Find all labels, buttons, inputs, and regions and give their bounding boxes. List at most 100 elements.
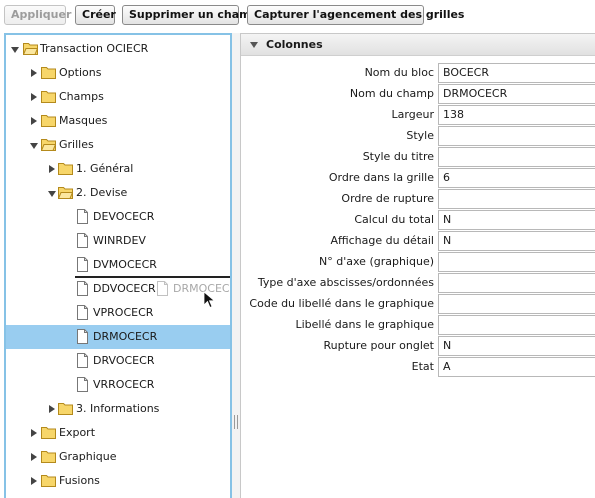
splitter-grip-icon[interactable] xyxy=(234,415,238,429)
tree-leaf-dvmocecr[interactable]: DVMOCECR xyxy=(6,253,230,277)
nom-du-champ-field[interactable]: DRMOCECR xyxy=(438,84,595,104)
expand-arrow-icon[interactable] xyxy=(30,143,38,149)
tree-node-fusions[interactable]: Fusions xyxy=(6,469,230,493)
prop-label: N° d'axe (graphique) xyxy=(319,255,434,268)
collapse-arrow-icon[interactable] xyxy=(31,93,37,101)
document-icon xyxy=(77,329,88,344)
rupture-pour-onglet-field[interactable]: N xyxy=(438,336,595,356)
mouse-cursor-icon xyxy=(203,291,216,309)
nom-du-bloc-field[interactable]: BOCECR xyxy=(438,63,595,83)
tree-leaf-vrrocecr[interactable]: VRROCECR xyxy=(6,373,230,397)
style-field[interactable] xyxy=(438,126,595,146)
expand-arrow-icon[interactable] xyxy=(250,42,258,48)
folder-icon xyxy=(58,403,73,415)
collapse-arrow-icon[interactable] xyxy=(31,117,37,125)
document-icon xyxy=(77,209,88,224)
numero-axe-field[interactable] xyxy=(438,252,595,272)
prop-row-largeur: Largeur 138 xyxy=(241,105,595,126)
tree-leaf-devocecr[interactable]: DEVOCECR xyxy=(6,205,230,229)
tree-label: DRMOCECR xyxy=(93,330,158,343)
etat-field[interactable]: A xyxy=(438,357,595,377)
prop-label: Rupture pour onglet xyxy=(323,339,434,352)
tree-label: Fusions xyxy=(59,474,100,487)
type-axe-field[interactable] xyxy=(438,273,595,293)
style-du-titre-field[interactable] xyxy=(438,147,595,167)
tree-node-masques[interactable]: Masques xyxy=(6,109,230,133)
tree-node-graphique[interactable]: Graphique xyxy=(6,445,230,469)
tree-node-informations[interactable]: 3. Informations xyxy=(6,397,230,421)
prop-label: Style xyxy=(406,129,434,142)
libelle-graphique-field[interactable] xyxy=(438,315,595,335)
tree-node-options[interactable]: Options xyxy=(6,61,230,85)
collapse-arrow-icon[interactable] xyxy=(31,453,37,461)
tree-node-champs[interactable]: Champs xyxy=(6,85,230,109)
tree-label: Grilles xyxy=(59,138,94,151)
prop-row-style-du-titre: Style du titre xyxy=(241,147,595,168)
affichage-du-detail-field[interactable]: N xyxy=(438,231,595,251)
expand-arrow-icon[interactable] xyxy=(48,191,56,197)
collapse-arrow-icon[interactable] xyxy=(31,69,37,77)
code-libelle-graphique-field[interactable] xyxy=(438,294,595,314)
tree-label: 1. Général xyxy=(76,162,134,175)
folder-icon xyxy=(58,163,73,175)
prop-row-rupture-pour-onglet: Rupture pour onglet N xyxy=(241,336,595,357)
prop-row-affichage-du-detail: Affichage du détail N xyxy=(241,231,595,252)
largeur-field[interactable]: 138 xyxy=(438,105,595,125)
prop-row-nom-du-bloc: Nom du bloc BOCECR xyxy=(241,63,595,84)
prop-row-numero-axe: N° d'axe (graphique) xyxy=(241,252,595,273)
tree-leaf-drvocecr[interactable]: DRVOCECR xyxy=(6,349,230,373)
prop-row-calcul-du-total: Calcul du total N xyxy=(241,210,595,231)
tree-label: 3. Informations xyxy=(76,402,160,415)
prop-row-ordre-dans-la-grille: Ordre dans la grille 6 xyxy=(241,168,595,189)
tree-leaf-vprocecr[interactable]: VPROCECR xyxy=(6,301,230,325)
tree-node-export[interactable]: Export xyxy=(6,421,230,445)
calcul-du-total-field[interactable]: N xyxy=(438,210,595,230)
collapse-arrow-icon[interactable] xyxy=(49,405,55,413)
section-header-colonnes[interactable]: Colonnes xyxy=(241,34,595,56)
collapse-arrow-icon[interactable] xyxy=(31,429,37,437)
panel-splitter[interactable] xyxy=(232,33,240,498)
document-icon xyxy=(77,281,88,296)
prop-label: Ordre de rupture xyxy=(341,192,434,205)
tree-label: VPROCECR xyxy=(93,306,154,319)
capture-layout-button[interactable]: Capturer l'agencement des grilles xyxy=(247,5,464,25)
folder-open-icon xyxy=(58,187,73,199)
prop-row-etat: Etat A xyxy=(241,357,595,378)
prop-label: Type d'axe abscisses/ordonnées xyxy=(257,276,434,289)
tree-label: Champs xyxy=(59,90,104,103)
expand-arrow-icon[interactable] xyxy=(11,47,19,53)
tree-label: DEVOCECR xyxy=(93,210,155,223)
tree-leaf-winrdev[interactable]: WINRDEV xyxy=(6,229,230,253)
prop-label: Calcul du total xyxy=(354,213,434,226)
tree-leaf-drmocecr[interactable]: DRMOCECR xyxy=(6,325,230,349)
create-button[interactable]: Créer xyxy=(75,5,116,25)
folder-open-icon xyxy=(41,139,56,151)
prop-label: Ordre dans la grille xyxy=(328,171,434,184)
ordre-dans-la-grille-field[interactable]: 6 xyxy=(438,168,595,188)
delete-field-button[interactable]: Supprimer un champ xyxy=(122,5,258,25)
collapse-arrow-icon[interactable] xyxy=(31,477,37,485)
apply-button[interactable]: Appliquer xyxy=(4,5,71,25)
prop-row-libelle-graphique: Libellé dans le graphique xyxy=(241,315,595,336)
tree-node-devise[interactable]: 2. Devise xyxy=(6,181,230,205)
folder-icon xyxy=(41,451,56,463)
tree-label: Graphique xyxy=(59,450,117,463)
folder-open-icon xyxy=(23,43,38,55)
prop-row-code-libelle-graphique: Code du libellé dans le graphique xyxy=(241,294,595,315)
document-icon xyxy=(77,233,88,248)
tree-label: DRVOCECR xyxy=(93,354,155,367)
folder-icon xyxy=(41,115,56,127)
collapse-arrow-icon[interactable] xyxy=(49,165,55,173)
properties-panel: Colonnes Nom du bloc BOCECR Nom du champ… xyxy=(240,33,595,498)
tree-node-general[interactable]: 1. Général xyxy=(6,157,230,181)
ordre-de-rupture-field[interactable] xyxy=(438,189,595,209)
tree-label: 2. Devise xyxy=(76,186,128,199)
prop-row-ordre-de-rupture: Ordre de rupture xyxy=(241,189,595,210)
prop-label: Nom du bloc xyxy=(364,66,434,79)
drag-ghost-document-icon xyxy=(157,281,168,296)
folder-icon xyxy=(41,427,56,439)
tree-node-transaction[interactable]: Transaction OCIECR xyxy=(6,37,230,61)
tree-node-grilles[interactable]: Grilles xyxy=(6,133,230,157)
tree-label: Export xyxy=(59,426,96,439)
tree-label: VRROCECR xyxy=(93,378,155,391)
